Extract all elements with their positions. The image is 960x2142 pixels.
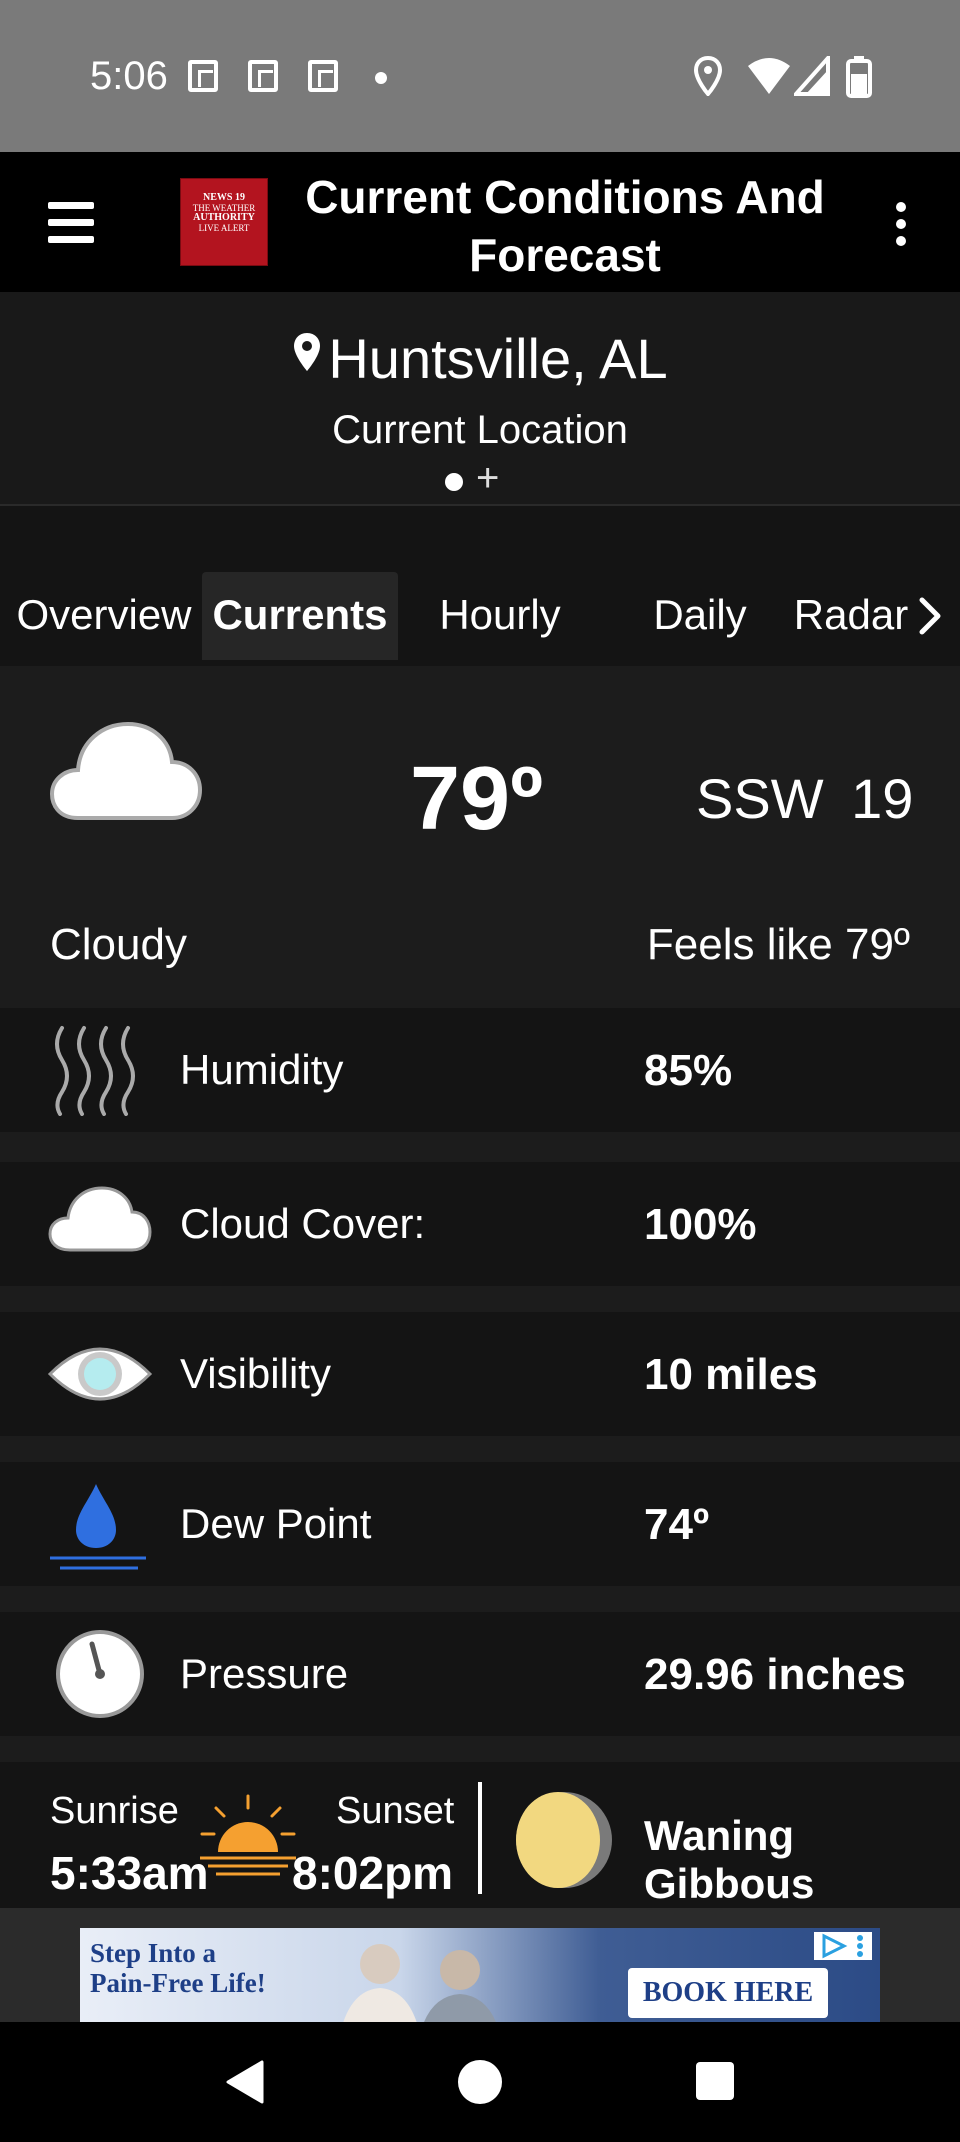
pressure-value: 29.96 inches <box>644 1650 906 1699</box>
ad-photo <box>343 1944 496 2022</box>
notification-icon <box>308 60 338 92</box>
add-location-button[interactable]: + <box>476 456 499 501</box>
moon-phase-icon <box>516 1792 612 1888</box>
app-bar: NEWS 19 THE WEATHER AUTHORITY LIVE ALERT… <box>0 152 960 292</box>
status-time: 5:06 <box>90 54 168 98</box>
dew-point-value: 74º <box>644 1500 710 1549</box>
chevron-right-icon[interactable] <box>918 596 942 636</box>
more-options-icon[interactable] <box>896 202 908 253</box>
status-bar: 5:06 <box>0 0 960 152</box>
condition-text: Cloudy <box>50 920 187 969</box>
wifi-icon <box>748 58 790 94</box>
dew-point-label: Dew Point <box>180 1500 372 1547</box>
divider <box>478 1782 482 1894</box>
moon-phase-text: Waning Gibbous <box>644 1812 815 1907</box>
signal-icon <box>794 56 830 96</box>
location-panel[interactable]: Huntsville, AL Current Location + <box>0 292 960 506</box>
menu-icon[interactable] <box>48 202 94 243</box>
location-name: Huntsville, AL <box>328 327 668 390</box>
cloud-icon <box>48 1186 152 1252</box>
sunrise-sunset-icon <box>200 1794 296 1876</box>
tab-radar[interactable]: Radar <box>786 572 916 660</box>
ad-book-button[interactable]: BOOK HERE <box>628 1968 828 2018</box>
visibility-value: 10 miles <box>644 1350 818 1399</box>
current-conditions: 79º SSW 19 Cloudy Feels like 79º <box>0 666 960 1006</box>
tab-bar: Overview Currents Hourly Daily Radar <box>0 506 960 666</box>
sunset-label: Sunset <box>336 1790 455 1832</box>
current-temperature: 79º <box>410 749 543 849</box>
detail-row-dew-point: Dew Point 74º <box>0 1462 960 1586</box>
currents-panel: 79º SSW 19 Cloudy Feels like 79º Humidit… <box>0 666 960 1908</box>
tab-overview[interactable]: Overview <box>8 572 200 660</box>
tab-currents[interactable]: Currents <box>202 572 398 660</box>
detail-row-visibility: Visibility 10 miles <box>0 1312 960 1436</box>
cloudy-icon <box>49 721 203 820</box>
sunrise-label: Sunrise <box>50 1790 179 1832</box>
home-icon[interactable] <box>458 2060 502 2104</box>
tab-daily[interactable]: Daily <box>630 572 770 660</box>
detail-row-humidity: Humidity 85% <box>0 1008 960 1132</box>
ad-banner[interactable]: Step Into a Pain-Free Life! BOOK HERE <box>80 1928 880 2022</box>
location-subtitle: Current Location <box>332 408 628 452</box>
detail-row-pressure: Pressure 29.96 inches <box>0 1612 960 1736</box>
ad-banner-container: Step Into a Pain-Free Life! BOOK HERE <box>0 1908 960 2022</box>
page-indicator-dot <box>445 473 463 491</box>
sun-moon-row: Sunrise 5:33am Sunset 8:02pm Waning Gibb… <box>0 1762 960 1908</box>
sunset-time: 8:02pm <box>292 1847 454 1899</box>
eye-icon <box>48 1347 152 1401</box>
pressure-label: Pressure <box>180 1650 349 1697</box>
feels-like: Feels like 79º <box>646 920 910 969</box>
detail-row-cloud-cover: Cloud Cover: 100% <box>0 1162 960 1286</box>
notification-icon <box>188 60 218 92</box>
page-title: Current Conditions And Forecast <box>305 171 825 281</box>
ad-choices-icon[interactable] <box>814 1932 872 1960</box>
pressure-gauge-icon <box>56 1630 144 1718</box>
location-icon <box>694 56 722 96</box>
sunrise-time: 5:33am <box>50 1847 209 1899</box>
ad-headline: Step Into a Pain-Free Life! <box>90 1938 266 1998</box>
dew-drop-icon <box>50 1484 146 1570</box>
humidity-label: Humidity <box>180 1046 344 1093</box>
cloud-cover-label: Cloud Cover: <box>180 1200 426 1247</box>
notification-icon <box>248 60 278 92</box>
system-nav-bar <box>0 2022 960 2142</box>
location-pin-icon <box>294 333 321 371</box>
cloud-cover-value: 100% <box>644 1200 757 1249</box>
recent-apps-icon[interactable] <box>696 2062 734 2100</box>
wind-speed: SSW 19 <box>696 767 914 830</box>
dot-icon <box>375 72 387 84</box>
station-logo: NEWS 19 THE WEATHER AUTHORITY LIVE ALERT <box>180 178 268 266</box>
tab-hourly[interactable]: Hourly <box>420 572 580 660</box>
location-name-row: Huntsville, AL <box>0 326 960 391</box>
back-icon[interactable] <box>224 2060 264 2104</box>
battery-icon <box>846 56 872 98</box>
humidity-icon <box>55 1026 135 1116</box>
visibility-label: Visibility <box>180 1350 331 1397</box>
humidity-value: 85% <box>644 1046 733 1095</box>
